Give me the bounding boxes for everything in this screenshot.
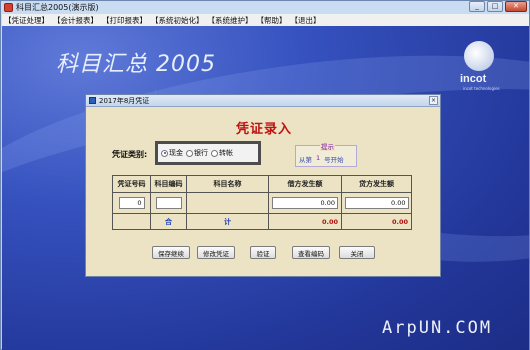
menu-maintenance[interactable]: 【系统维护】 [208, 15, 253, 26]
hint-title: 提示 [320, 141, 335, 151]
menu-reports[interactable]: 【会计报表】 [53, 15, 98, 26]
total-debit: 0.00 [321, 218, 338, 226]
hint-suffix: 号开始 [324, 156, 344, 164]
table-total-row: 合 计 0.00 0.00 [113, 214, 411, 230]
menu-exit[interactable]: 【退出】 [291, 15, 321, 26]
logo-text: incot [460, 73, 487, 85]
app-window: 科目汇总2005(演示版) _ □ ✕ 【凭证处理】 【会计报表】 【打印报表】… [0, 0, 530, 350]
radio-selected-icon [161, 149, 168, 157]
menu-print[interactable]: 【打印报表】 [102, 15, 147, 26]
verify-button[interactable]: 验证 [250, 246, 276, 259]
menu-init[interactable]: 【系统初始化】 [151, 15, 204, 26]
radio-transfer[interactable]: 转帐 [211, 148, 233, 158]
close-dialog-button[interactable]: 关闭 [339, 246, 375, 259]
logo-subtitle: incot technologies [463, 86, 500, 91]
save-continue-button[interactable]: 保存继续 [152, 246, 190, 259]
header-debit: 借方发生额 [269, 176, 342, 192]
debit-input[interactable]: 0.00 [272, 197, 338, 209]
radio-bank[interactable]: 银行 [186, 148, 208, 158]
window-title: 科目汇总2005(演示版) [16, 3, 99, 12]
menu-bar: 【凭证处理】 【会计报表】 【打印报表】 【系统初始化】 【系统维护】 【帮助】… [2, 14, 529, 26]
watermark: ArpUN.COM [382, 318, 493, 338]
dialog-icon [89, 97, 96, 104]
header-credit: 贷方发生额 [359, 180, 394, 188]
radio-cash[interactable]: 现金 [161, 148, 183, 158]
close-button[interactable]: ✕ [505, 1, 527, 12]
radio-empty-icon [211, 149, 218, 157]
table-row: 0 0.00 0.00 [113, 193, 411, 214]
company-logo-icon [464, 41, 494, 71]
table-header-row: 凭证号码 科目编码 科目名称 借方发生额 贷方发生额 [113, 176, 411, 193]
hint-prefix: 从第 [299, 156, 312, 164]
account-name-cell [187, 193, 269, 213]
radio-empty-icon [186, 149, 193, 157]
app-icon [4, 3, 13, 12]
edit-voucher-button[interactable]: 修改凭证 [197, 246, 235, 259]
voucher-dialog: 2017年8月凭证 × 凭证录入 凭证类别: 现金 银行 转帐 提示 从第 1 … [85, 94, 441, 277]
title-bar[interactable]: 科目汇总2005(演示版) _ □ ✕ [1, 1, 529, 14]
header-voucher-no: 凭证号码 [113, 176, 151, 192]
dialog-close-button[interactable]: × [429, 96, 438, 105]
total-credit: 0.00 [391, 218, 408, 226]
account-code-input[interactable] [155, 197, 182, 209]
hint-box: 提示 从第 1 号开始 [295, 141, 357, 167]
voucher-type-label: 凭证类别: [112, 150, 148, 159]
voucher-no-input[interactable]: 0 [118, 197, 145, 209]
credit-input[interactable]: 0.00 [344, 197, 409, 209]
dialog-heading: 凭证录入 [235, 122, 292, 137]
dialog-buttons: 保存继续 修改凭证 验证 查看编码 关闭 [152, 246, 375, 259]
dialog-title-bar[interactable]: 2017年8月凭证 × [86, 95, 440, 107]
total-label-2: 计 [224, 218, 231, 226]
menu-voucher[interactable]: 【凭证处理】 [4, 15, 49, 26]
voucher-table: 凭证号码 科目编码 科目名称 借方发生额 贷方发生额 0 0.00 0.00 合… [112, 175, 412, 230]
menu-help[interactable]: 【帮助】 [257, 15, 287, 26]
maximize-button[interactable]: □ [487, 1, 503, 12]
view-codes-button[interactable]: 查看编码 [292, 246, 330, 259]
header-account-name: 科目名称 [187, 176, 269, 192]
voucher-type-group: 现金 银行 转帐 [155, 141, 261, 165]
brand-title: 科目汇总 2005 [56, 52, 216, 77]
dialog-title: 2017年8月凭证 [99, 96, 150, 105]
minimize-button[interactable]: _ [469, 1, 485, 12]
total-label-1: 合 [165, 218, 172, 226]
header-account-code: 科目编码 [151, 176, 187, 192]
hint-number: 1 [316, 154, 321, 162]
